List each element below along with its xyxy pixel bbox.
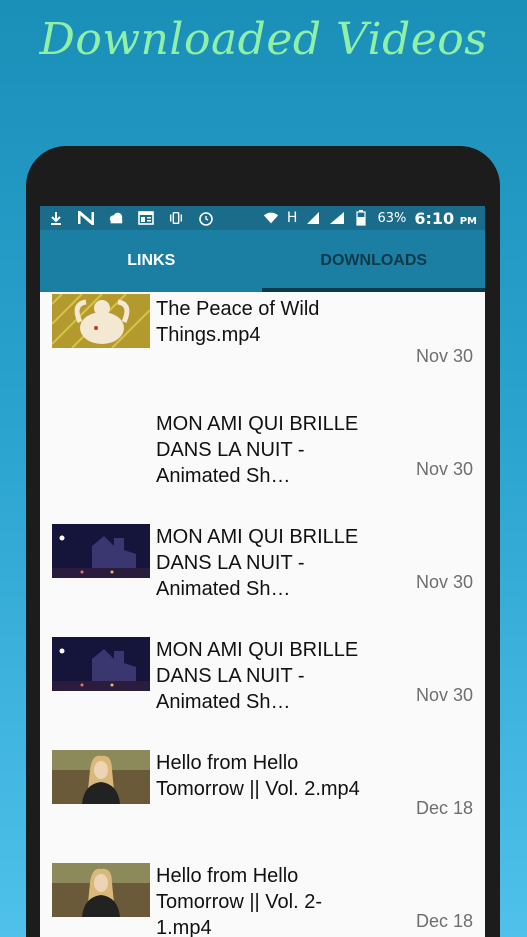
video-title: MON AMI QUI BRILLE DANS LA NUIT - Animat… (156, 639, 359, 713)
download-icon (48, 211, 64, 225)
video-date: Dec 18 (415, 911, 473, 931)
news-icon (138, 211, 154, 225)
alarm-icon (198, 211, 214, 226)
battery-icon (353, 210, 369, 226)
video-date: Nov 30 (415, 346, 473, 366)
video-date: Nov 30 (415, 685, 473, 705)
network-type: H (286, 210, 298, 226)
video-thumbnail (52, 294, 150, 348)
tab-bar: LINKS DOWNLOADS (40, 230, 485, 292)
video-date: Nov 30 (415, 572, 473, 592)
video-title: Hello from Hello Tomorrow || Vol. 2-1.mp… (156, 865, 322, 937)
cloud-icon (108, 211, 124, 225)
downloads-list: The Peace of Wild Things.mp4 Nov 30 MON … (40, 292, 485, 937)
signal-icon (305, 211, 321, 225)
video-date: Dec 18 (415, 798, 473, 818)
list-item[interactable]: Hello from Hello Tomorrow || Vol. 2-1.mp… (40, 857, 485, 937)
video-thumbnail (52, 411, 150, 465)
video-date: Nov 30 (415, 459, 473, 479)
n-app-icon (78, 211, 94, 225)
battery-percent: 63% (377, 210, 407, 226)
tab-downloads[interactable]: DOWNLOADS (263, 230, 486, 292)
video-thumbnail (52, 637, 150, 691)
list-item[interactable]: MON AMI QUI BRILLE DANS LA NUIT - Animat… (40, 518, 485, 631)
wifi-icon (263, 211, 279, 225)
list-item[interactable]: MON AMI QUI BRILLE DANS LA NUIT - Animat… (40, 631, 485, 744)
vibrate-icon (168, 211, 184, 225)
video-title: MON AMI QUI BRILLE DANS LA NUIT - Animat… (156, 526, 359, 600)
video-thumbnail (52, 863, 150, 917)
video-title: Hello from Hello Tomorrow || Vol. 2.mp4 (156, 752, 360, 800)
video-thumbnail (52, 524, 150, 578)
video-thumbnail (52, 750, 150, 804)
status-time: 6:10 PM (414, 208, 477, 228)
list-item[interactable]: MON AMI QUI BRILLE DANS LA NUIT - Animat… (40, 405, 485, 518)
list-item[interactable]: Hello from Hello Tomorrow || Vol. 2.mp4 … (40, 744, 485, 857)
headline: Downloaded Videos (39, 14, 488, 65)
list-item[interactable]: The Peace of Wild Things.mp4 Nov 30 (40, 292, 485, 405)
status-bar: H 63% 6:10 PM (40, 206, 485, 230)
video-title: MON AMI QUI BRILLE DANS LA NUIT - Animat… (156, 413, 359, 487)
phone-screen: H 63% 6:10 PM LINKS DOWNLOADS The Peace … (40, 206, 485, 937)
video-title: The Peace of Wild Things.mp4 (156, 298, 320, 346)
tab-links[interactable]: LINKS (40, 230, 263, 292)
signal-icon-2 (329, 211, 345, 225)
